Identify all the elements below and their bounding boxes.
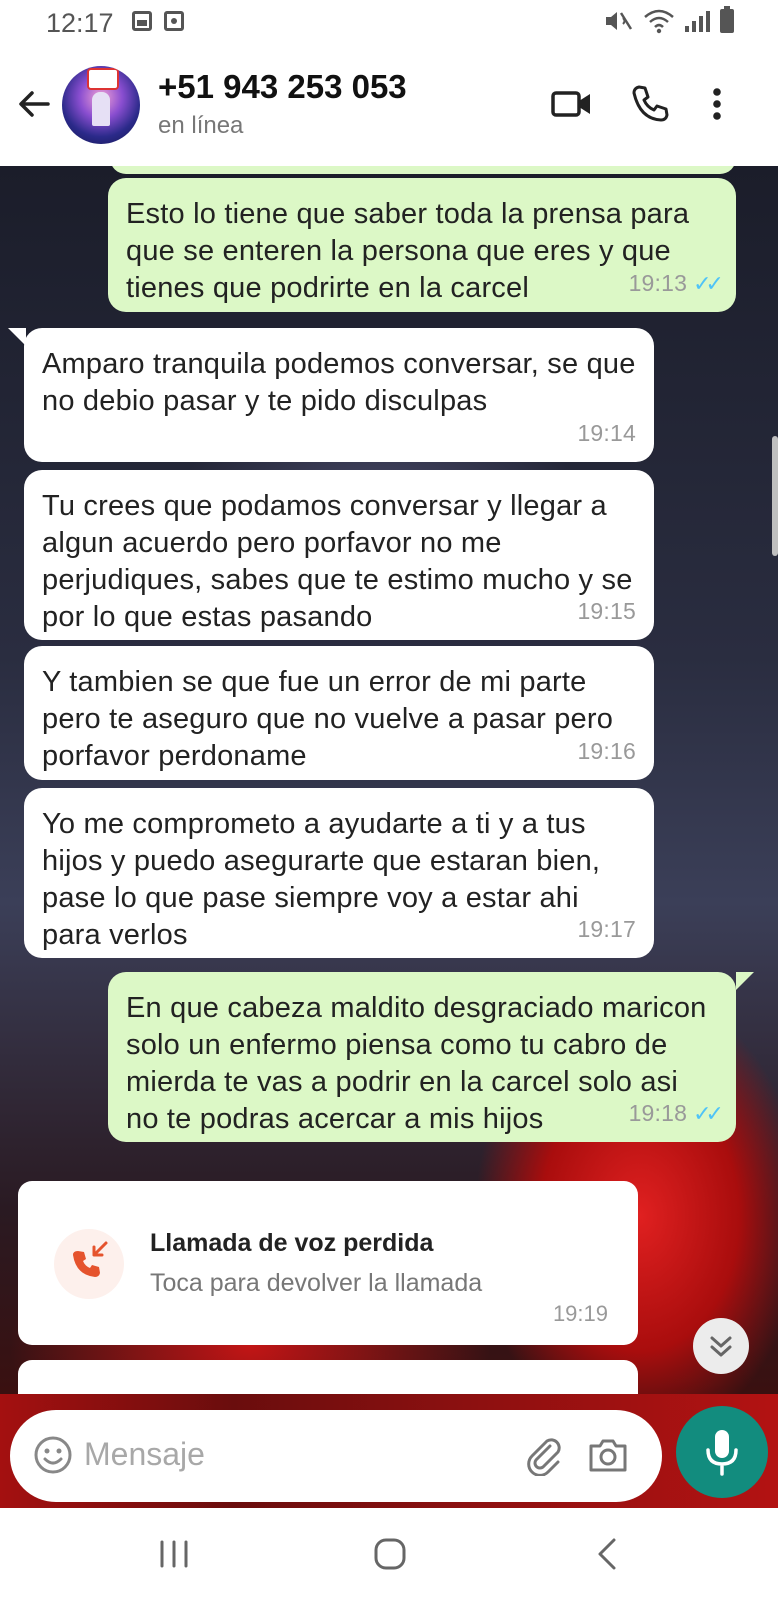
status-bar: 12:17 [0,0,778,46]
previous-message-edge [110,166,736,174]
message-time: 19:18 [628,1100,688,1126]
message-time: 19:17 [577,916,636,942]
status-notification-icons [132,11,184,31]
home-icon[interactable] [366,1530,414,1578]
recent-apps-icon[interactable] [150,1530,198,1578]
message-input-bar[interactable]: Mensaje [10,1410,662,1502]
message-meta: 19:14 [577,415,636,452]
scroll-to-bottom-button[interactable] [693,1318,749,1374]
chat-area[interactable]: Esto lo tiene que saber toda la prensa p… [0,166,778,1394]
message-text: Yo me comprometo a ayudarte a ti y a tus… [42,808,601,951]
record-notification-icon [164,11,184,31]
message-text: Tu crees que podamos conversar y llegar … [42,490,633,633]
read-ticks-icon: ✓✓ [693,271,724,296]
mic-icon [706,1430,738,1476]
missed-call-icon-container [54,1229,124,1299]
camera-icon[interactable] [586,1434,630,1476]
missed-call-time: 19:19 [552,1301,608,1326]
contact-avatar[interactable] [62,66,140,144]
partial-next-card [18,1360,638,1394]
status-time: 12:17 [46,8,114,38]
message-bubble-incoming[interactable]: Yo me comprometo a ayudarte a ti y a tus… [24,788,654,958]
contact-name[interactable]: +51 943 253 053 [158,68,407,106]
status-system-icons [603,6,734,34]
message-time: 19:15 [577,598,636,624]
voice-call-icon[interactable] [628,82,672,126]
message-bubble-incoming[interactable]: Y tambien se que fue un error de mi part… [24,646,654,780]
message-text: Y tambien se que fue un error de mi part… [42,666,614,772]
message-time: 19:13 [628,270,688,296]
battery-icon [720,6,734,33]
chat-header: +51 943 253 053 en línea [0,46,778,166]
message-bubble-outgoing[interactable]: Esto lo tiene que saber toda la prensa p… [108,178,736,312]
more-options-icon[interactable] [702,82,732,126]
read-ticks-icon: ✓✓ [693,1101,724,1126]
missed-call-subtitle: Toca para devolver la llamada [150,1269,483,1297]
message-bubble-incoming[interactable]: Tu crees que podamos conversar y llegar … [24,470,654,640]
back-arrow-icon[interactable] [14,84,54,124]
mic-button[interactable] [676,1406,768,1498]
contact-status: en línea [158,112,244,139]
message-input-placeholder[interactable]: Mensaje [84,1436,205,1473]
bubble-tail [8,328,26,346]
system-nav-bar [0,1508,778,1600]
wifi-icon [644,9,674,34]
gallery-notification-icon [132,11,152,31]
emoji-icon[interactable] [32,1434,74,1476]
attach-icon[interactable] [522,1434,564,1476]
signal-icon [685,10,710,32]
double-chevron-down-icon [710,1336,732,1357]
missed-call-card[interactable]: Llamada de voz perdida Toca para devolve… [18,1181,638,1345]
mute-icon [606,12,633,30]
message-time: 19:16 [577,738,636,764]
nav-back-icon[interactable] [584,1530,632,1578]
message-meta: 19:16 [577,733,636,770]
message-bubble-outgoing[interactable]: En que cabeza maldito desgraciado marico… [108,972,736,1142]
missed-call-title: Llamada de voz perdida [150,1229,434,1257]
message-time: 19:14 [577,420,636,446]
video-call-icon[interactable] [550,82,594,126]
message-text: Amparo tranquila podemos conversar, se q… [42,348,636,417]
message-meta: 19:18 ✓✓ [628,1095,724,1132]
message-meta: 19:17 [577,911,636,948]
message-meta: 19:13 ✓✓ [628,265,724,302]
message-meta: 19:15 [577,593,636,630]
missed-call-icon [73,1241,108,1277]
message-bubble-incoming[interactable]: Amparo tranquila podemos conversar, se q… [24,328,654,462]
bubble-tail [736,972,754,990]
